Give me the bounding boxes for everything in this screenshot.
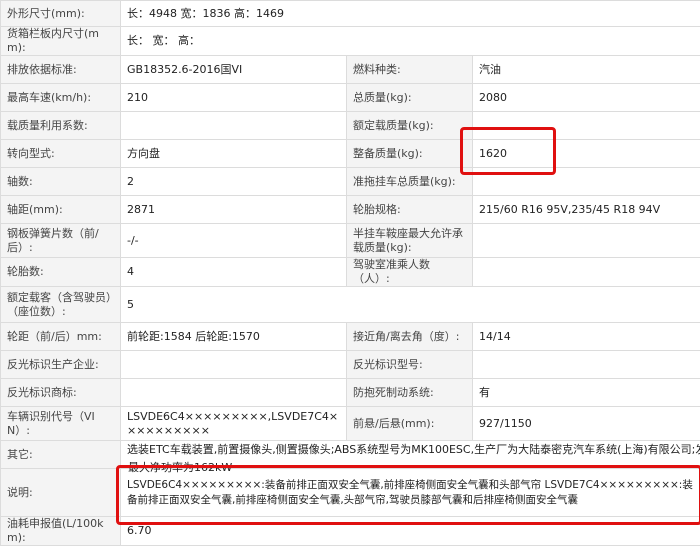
row-value: 5: [119, 286, 700, 323]
row-label: 转向型式:: [0, 139, 121, 168]
row-value-2: 2080: [471, 83, 700, 112]
table-row: 轮胎数: 4 驾驶室准乘人数（人）:: [0, 257, 700, 287]
row-value-2: [471, 257, 700, 287]
row-label-2: 防抱死制动系统:: [346, 378, 473, 407]
row-label-2: 驾驶室准乘人数（人）:: [346, 257, 473, 287]
row-label: 排放依据标准:: [0, 55, 121, 84]
table-row: 轮距（前/后）mm: 前轮距:1584 后轮距:1570 接近角/离去角（度）:…: [0, 322, 700, 351]
row-value-2: 927/1150: [471, 406, 700, 441]
row-label: 反光标识商标:: [0, 378, 121, 407]
table-row: 排放依据标准: GB18352.6-2016国VI 燃料种类: 汽油: [0, 55, 700, 84]
row-label: 轮距（前/后）mm:: [0, 322, 121, 351]
row-label: 外形尺寸(mm):: [0, 0, 121, 27]
table-row: 轴数: 2 准拖挂车总质量(kg):: [0, 167, 700, 196]
table-row: 轴距(mm): 2871 轮胎规格: 215/60 R16 95V,235/45…: [0, 195, 700, 224]
row-value-2: 14/14: [471, 322, 700, 351]
table-row: 车辆识别代号（VIN）: LSVDE6C4×××××××××,LSVDE7C4×…: [0, 406, 700, 441]
row-value: 2: [120, 167, 347, 196]
table-row: 油耗申报值(L/100km): 6.70: [0, 516, 700, 546]
row-value-2: [471, 167, 700, 196]
row-label: 车辆识别代号（VIN）:: [0, 406, 121, 441]
row-value: [120, 378, 347, 407]
table-row: 钢板弹簧片数（前/后）: -/- 半挂车鞍座最大允许承载质量(kg):: [0, 223, 700, 258]
table-row: 反光标识生产企业: 反光标识型号:: [0, 350, 700, 379]
table-row: 反光标识商标: 防抱死制动系统: 有: [0, 378, 700, 407]
row-label-2: 前悬/后悬(mm):: [346, 406, 473, 441]
row-value: -/-: [120, 223, 347, 258]
table-row: 其它: 选装ETC车载装置,前置摄像头,侧置摄像头;ABS系统型号为MK100E…: [0, 440, 700, 469]
row-label-2: 接近角/离去角（度）:: [346, 322, 473, 351]
row-value: 长：4948 宽：1836 高：1469: [119, 0, 700, 27]
row-value: 210: [120, 83, 347, 112]
row-label: 货箱栏板内尺寸(mm):: [0, 26, 121, 56]
spec-table: 外形尺寸(mm): 长：4948 宽：1836 高：1469 货箱栏板内尺寸(m…: [0, 0, 700, 546]
table-row: 货箱栏板内尺寸(mm): 长： 宽： 高：: [0, 26, 700, 56]
row-label-2: 整备质量(kg):: [346, 139, 473, 168]
table-row: 外形尺寸(mm): 长：4948 宽：1836 高：1469: [0, 0, 700, 27]
table-row: 说明: LSVDE6C4×××××××××:装备前排正面双安全气囊,前排座椅侧面…: [0, 468, 700, 517]
row-label-2: 额定载质量(kg):: [346, 111, 473, 140]
row-label: 说明:: [0, 468, 121, 517]
row-value-2: 汽油: [471, 55, 700, 84]
row-label: 轮胎数:: [0, 257, 121, 287]
row-label-2: 反光标识型号:: [346, 350, 473, 379]
row-value-2: 215/60 R16 95V,235/45 R18 94V: [471, 195, 700, 224]
row-value: 4: [120, 257, 347, 287]
row-value-2: [471, 223, 700, 258]
row-value: 6.70: [119, 516, 700, 546]
row-label: 油耗申报值(L/100km):: [0, 516, 121, 546]
row-label-2: 半挂车鞍座最大允许承载质量(kg):: [346, 223, 473, 258]
row-value: 方向盘: [120, 139, 347, 168]
row-label-2: 总质量(kg):: [346, 83, 473, 112]
row-label: 钢板弹簧片数（前/后）:: [0, 223, 121, 258]
row-label: 额定载客（含驾驶员）（座位数）:: [0, 286, 121, 323]
row-value: [120, 111, 347, 140]
row-label: 载质量利用系数:: [0, 111, 121, 140]
row-value: [120, 350, 347, 379]
table-row: 载质量利用系数: 额定载质量(kg):: [0, 111, 700, 140]
vin-value: LSVDE6C4×××××××××,LSVDE7C4××××××××××: [120, 406, 347, 441]
row-value: 前轮距:1584 后轮距:1570: [120, 322, 347, 351]
row-label-2: 准拖挂车总质量(kg):: [346, 167, 473, 196]
row-value-2: [471, 111, 700, 140]
row-label: 轴数:: [0, 167, 121, 196]
row-label: 最高车速(km/h):: [0, 83, 121, 112]
table-row: 最高车速(km/h): 210 总质量(kg): 2080: [0, 83, 700, 112]
table-row: 额定载客（含驾驶员）（座位数）: 5: [0, 286, 700, 323]
row-label: 其它:: [0, 440, 121, 469]
row-value: GB18352.6-2016国VI: [120, 55, 347, 84]
curb-weight-value: 1620: [471, 139, 700, 168]
row-label: 反光标识生产企业:: [0, 350, 121, 379]
row-value-2: 有: [471, 378, 700, 407]
row-value: 2871: [120, 195, 347, 224]
overlapping-power-text: 最大净功率为162kW: [128, 461, 233, 474]
row-value: 长： 宽： 高：: [119, 26, 700, 56]
row-value-2: [471, 350, 700, 379]
row-label: 轴距(mm):: [0, 195, 121, 224]
row-label-2: 轮胎规格:: [346, 195, 473, 224]
description-value: LSVDE6C4×××××××××:装备前排正面双安全气囊,前排座椅侧面安全气囊…: [119, 468, 700, 517]
table-row: 转向型式: 方向盘 整备质量(kg): 1620: [0, 139, 700, 168]
row-label-2: 燃料种类:: [346, 55, 473, 84]
